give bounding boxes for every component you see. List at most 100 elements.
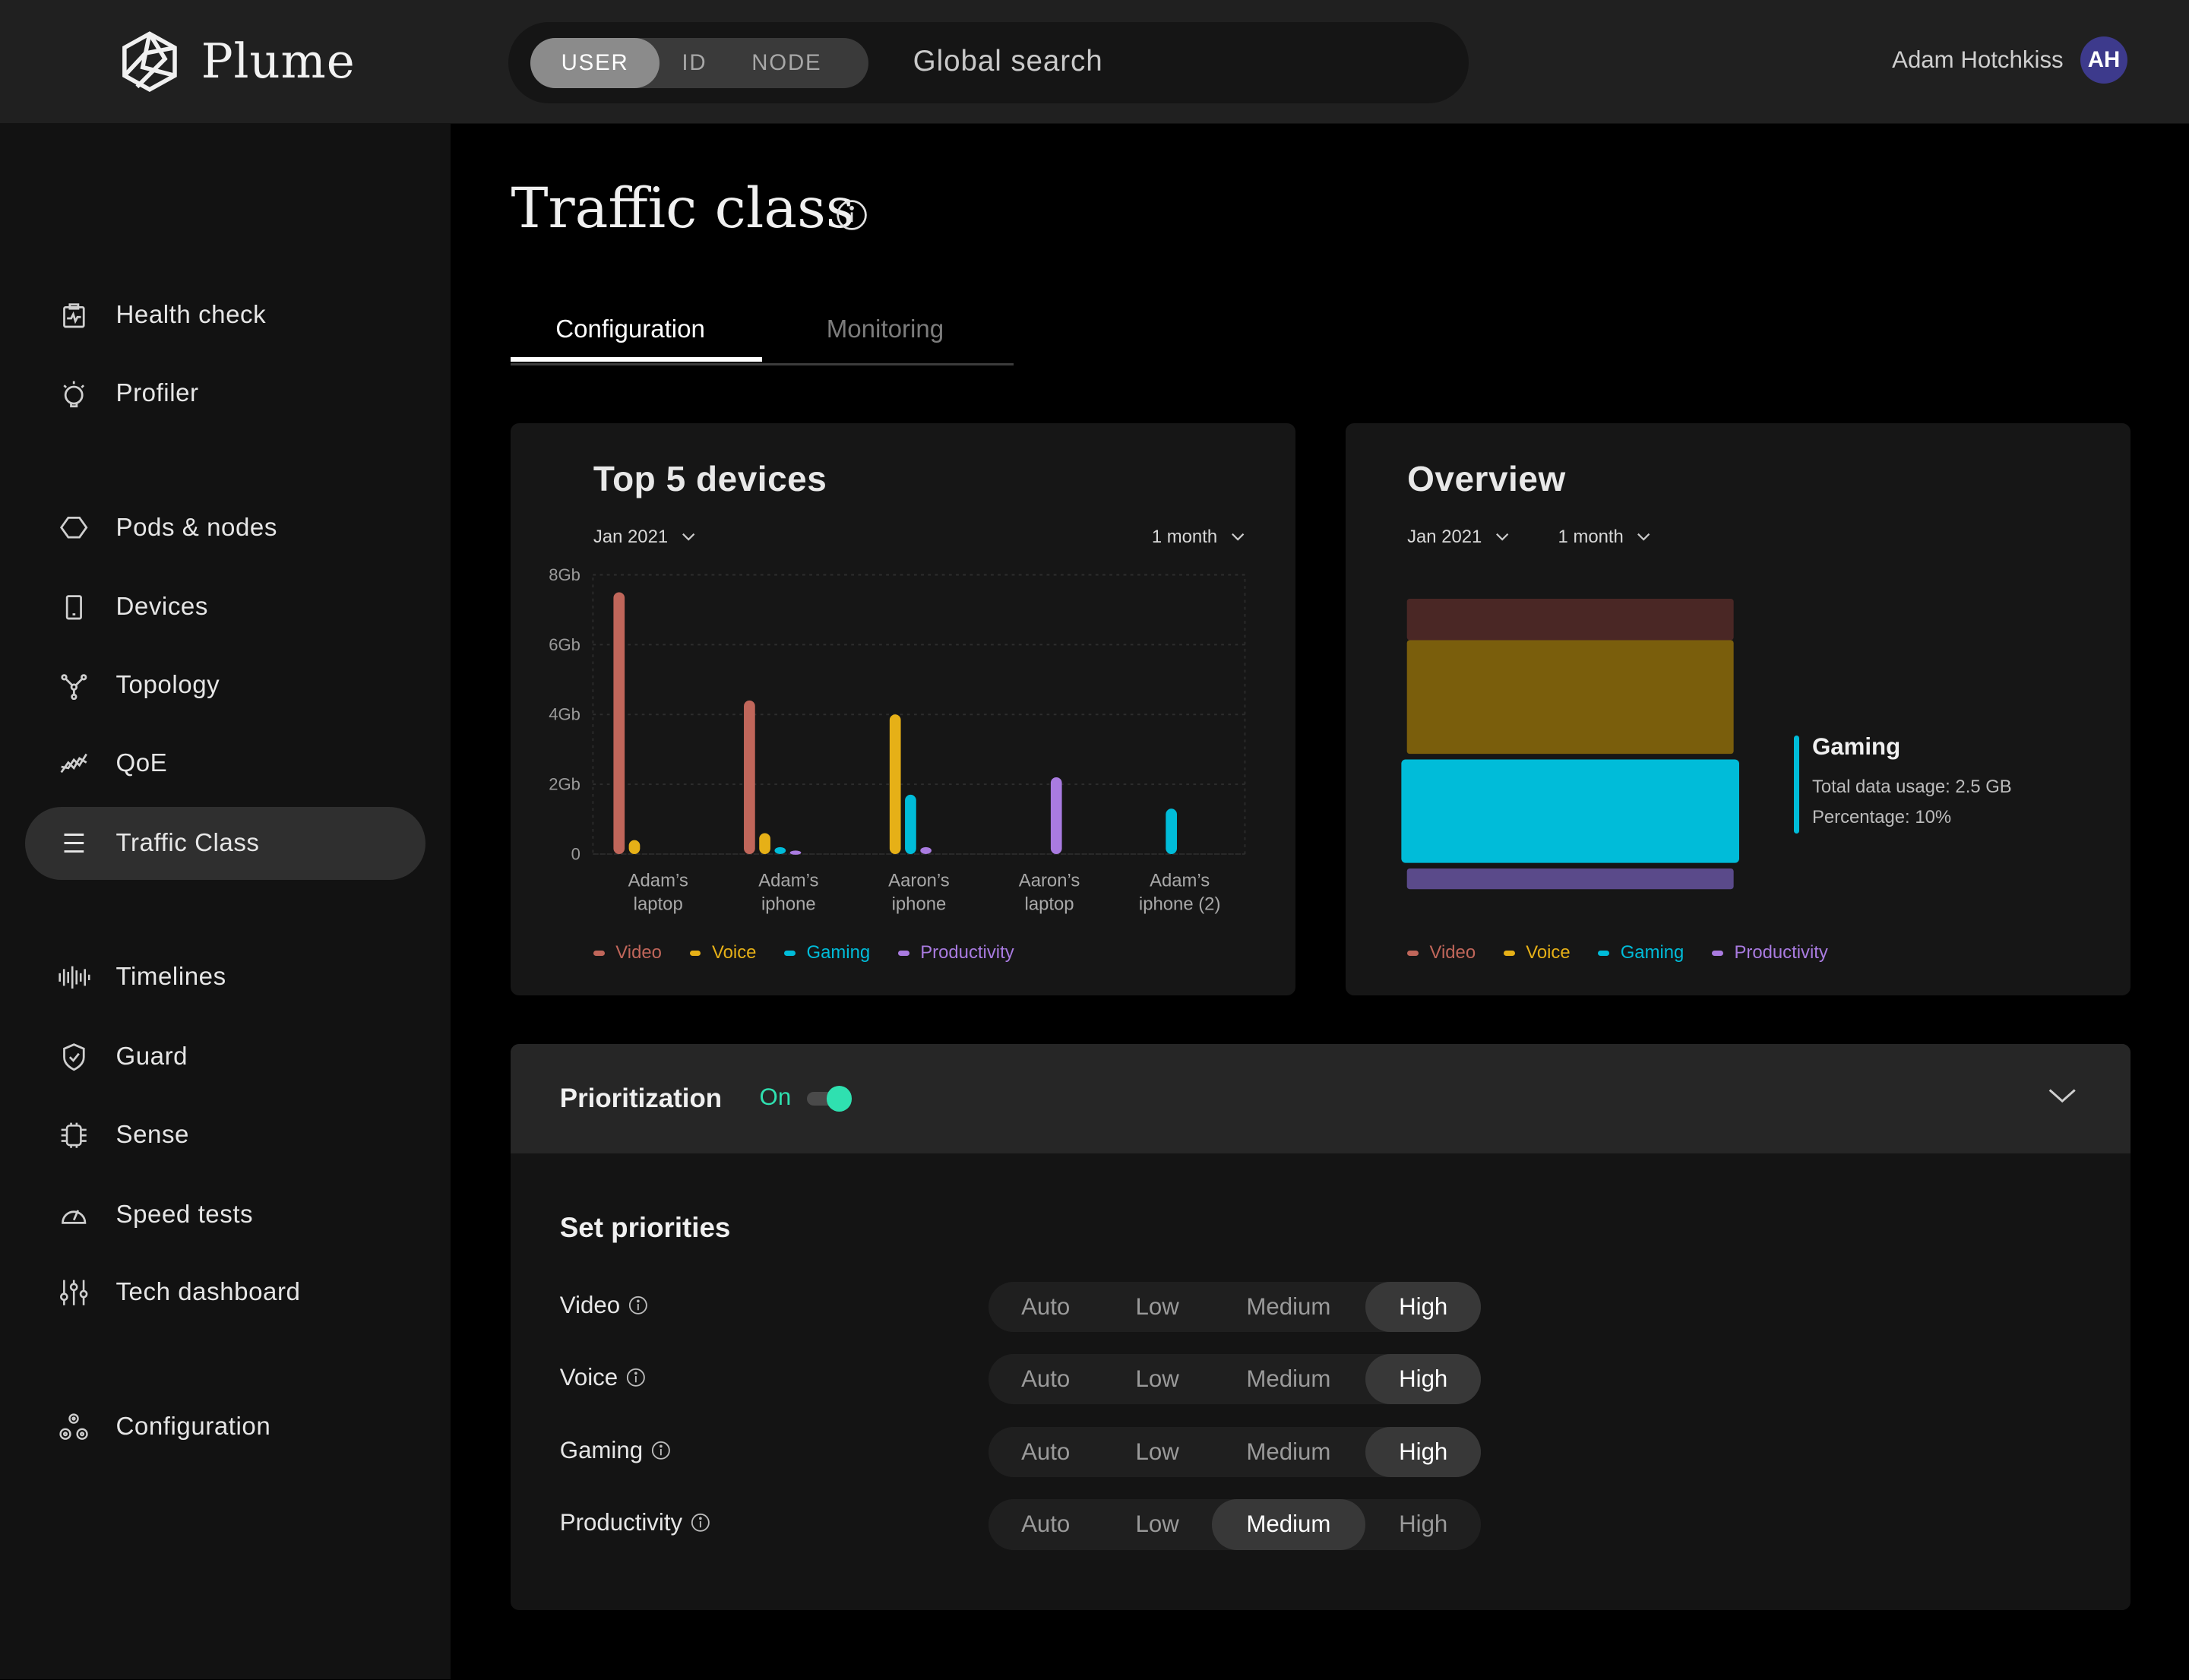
search-input[interactable]: Global search [913, 45, 1103, 78]
plume-logo-icon [122, 30, 177, 92]
priority-option-high[interactable]: High [1365, 1426, 1482, 1477]
x-tick-label: Aaron’s [889, 871, 951, 891]
sidebar-item-traffic-class[interactable]: Traffic Class [25, 807, 426, 880]
month-dropdown[interactable]: Jan 2021 [593, 527, 695, 548]
avatar[interactable]: AH [2080, 36, 2128, 84]
tabs: Configuration Monitoring [511, 299, 1014, 365]
bar-gaming [1166, 808, 1178, 855]
info-icon[interactable] [628, 1296, 648, 1315]
legend-item-productivity[interactable]: Productivity [897, 942, 1014, 963]
legend-item-video[interactable]: Video [1407, 942, 1476, 963]
sidebar-item-topology[interactable]: Topology [25, 649, 425, 722]
card-title: Top 5 devices [593, 458, 827, 498]
range-dropdown[interactable]: 1 month [1558, 527, 1651, 548]
bar-voice [629, 840, 641, 855]
priority-option-auto[interactable]: Auto [989, 1427, 1103, 1477]
legend-item-productivity[interactable]: Productivity [1712, 942, 1828, 963]
priority-option-low[interactable]: Low [1103, 1499, 1212, 1549]
priority-option-medium[interactable]: Medium [1211, 1499, 1365, 1550]
sliders-icon [57, 1276, 90, 1309]
legend-item-video[interactable]: Video [593, 942, 662, 963]
priority-option-high[interactable]: High [1365, 1499, 1482, 1549]
card-title: Overview [1407, 458, 1566, 498]
chart-legend: Video Voice Gaming Productivity [1407, 942, 1828, 963]
y-tick-label: 4Gb [549, 705, 581, 724]
plume-logo[interactable]: Plume [115, 28, 356, 95]
global-search-bar: USER ID NODE Global search [508, 22, 1469, 103]
info-icon[interactable] [691, 1513, 710, 1533]
lightbulb-icon [57, 377, 90, 410]
sidebar-item-timelines[interactable]: Timelines [25, 941, 425, 1014]
bar-gaming [774, 847, 786, 855]
sidebar-item-speed-tests[interactable]: Speed tests [25, 1179, 425, 1251]
shield-check-icon [57, 1040, 90, 1074]
waveform-icon [57, 960, 90, 994]
info-icon[interactable] [651, 1441, 671, 1460]
prioritization-header[interactable]: Prioritization On [511, 1044, 2130, 1153]
sidebar-item-health-check[interactable]: Health check [25, 279, 425, 352]
priority-option-high[interactable]: High [1365, 1354, 1482, 1405]
priority-label: Voice [559, 1364, 618, 1391]
info-icon[interactable] [835, 198, 868, 232]
priority-label: Productivity [559, 1509, 683, 1536]
legend-label: Voice [712, 942, 757, 963]
priority-option-medium[interactable]: Medium [1212, 1282, 1365, 1332]
search-mode-selector: USER ID NODE [530, 37, 868, 88]
priority-option-low[interactable]: Low [1103, 1427, 1212, 1477]
legend-item-gaming[interactable]: Gaming [1598, 942, 1684, 963]
sidebar-item-sense[interactable]: Sense [25, 1099, 425, 1172]
sidebar-item-pods-nodes[interactable]: Pods & nodes [25, 492, 425, 565]
sidebar-item-qoe[interactable]: QoE [25, 727, 425, 800]
legend-item-voice[interactable]: Voice [689, 942, 757, 963]
sidebar-item-tech-dashboard[interactable]: Tech dashboard [25, 1257, 425, 1330]
legend-item-voice[interactable]: Voice [1503, 942, 1571, 963]
priority-option-auto[interactable]: Auto [989, 1499, 1103, 1549]
sidebar-item-label: Pods & nodes [115, 513, 277, 542]
priority-label: Video [559, 1291, 621, 1318]
month-dropdown[interactable]: Jan 2021 [1407, 527, 1509, 548]
y-tick-label: 8Gb [549, 565, 581, 584]
search-mode-user[interactable]: USER [530, 37, 660, 88]
x-tick-label: iphone [892, 894, 947, 915]
stack-segment-gaming [1401, 759, 1740, 863]
user-menu[interactable]: Adam Hotchkiss AH [1892, 36, 2128, 84]
priority-option-auto[interactable]: Auto [989, 1282, 1103, 1332]
sidebar-item-label: Devices [115, 593, 208, 622]
chevron-down-icon[interactable] [2047, 1086, 2077, 1106]
chevron-down-icon [682, 533, 695, 541]
tab-monitoring[interactable]: Monitoring [827, 315, 944, 344]
tab-configuration[interactable]: Configuration [555, 315, 705, 344]
topology-icon [57, 669, 90, 702]
user-name: Adam Hotchkiss [1892, 46, 2064, 73]
top-devices-card: Top 5 devices Jan 2021 1 month 0 2Gb 4Gb 6G… [511, 422, 1296, 996]
priority-option-medium[interactable]: Medium [1212, 1354, 1365, 1404]
x-tick-label: Adam’s [628, 871, 688, 891]
info-icon[interactable] [626, 1368, 646, 1387]
priority-option-low[interactable]: Low [1103, 1282, 1212, 1332]
search-mode-node[interactable]: NODE [729, 38, 844, 88]
sidebar-item-configuration[interactable]: Configuration [25, 1391, 425, 1463]
priority-selector: Auto Low Medium High [988, 1499, 1482, 1550]
tooltip-percentage: Percentage: 10% [1811, 807, 1952, 827]
sidebar-item-label: Timelines [115, 963, 226, 992]
range-dropdown[interactable]: 1 month [1152, 527, 1245, 548]
sidebar-item-profiler[interactable]: Profiler [25, 357, 425, 430]
dropdown-value: Jan 2021 [1407, 526, 1482, 547]
sidebar-item-label: Guard [115, 1042, 188, 1071]
dropdown-value: Jan 2021 [593, 526, 669, 547]
sidebar-item-devices[interactable]: Devices [25, 571, 425, 644]
search-mode-id[interactable]: ID [660, 38, 729, 88]
sidebar-item-label: Sense [115, 1120, 189, 1149]
priority-option-medium[interactable]: Medium [1212, 1427, 1365, 1477]
legend-item-gaming[interactable]: Gaming [784, 942, 870, 963]
priority-row-video: Video Auto Low Medium High [559, 1281, 1537, 1332]
clipboard-pulse-icon [57, 299, 90, 332]
sidebar-item-label: QoE [115, 749, 168, 778]
chevron-down-icon [1231, 533, 1245, 541]
priority-option-auto[interactable]: Auto [989, 1354, 1103, 1404]
priority-option-high[interactable]: High [1365, 1281, 1482, 1332]
prioritization-toggle[interactable] [807, 1086, 852, 1112]
gears-icon [57, 1410, 90, 1444]
priority-option-low[interactable]: Low [1103, 1354, 1212, 1404]
sidebar-item-guard[interactable]: Guard [25, 1020, 425, 1093]
